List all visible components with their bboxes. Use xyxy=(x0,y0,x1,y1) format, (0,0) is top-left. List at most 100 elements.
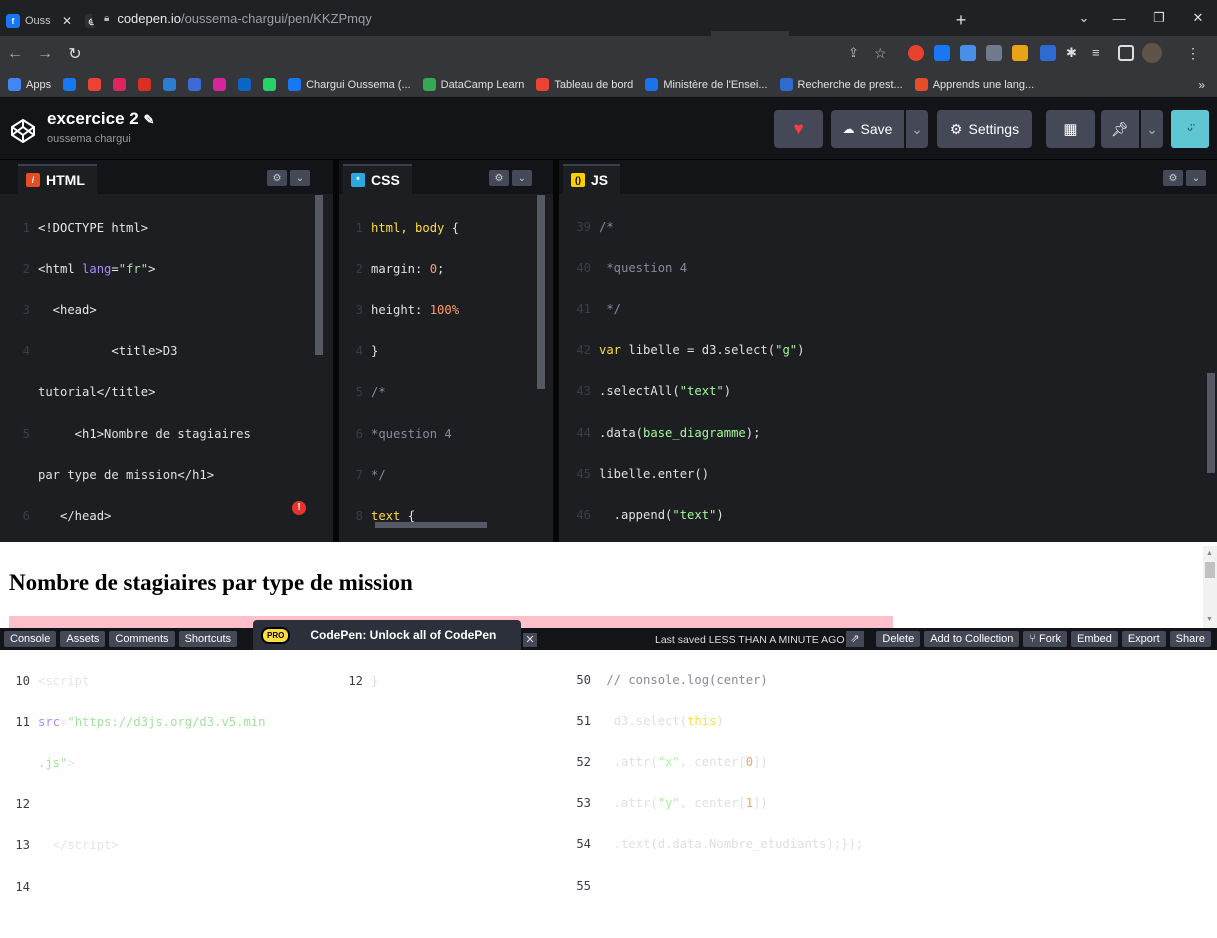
bookmark-shortcut-icon[interactable] xyxy=(138,78,152,91)
js-pane-settings-icon[interactable]: ⚙ xyxy=(1163,170,1183,186)
pen-title[interactable]: excercice 2 ✎ xyxy=(47,109,154,129)
bookmark-item[interactable]: Apprends une lang... xyxy=(914,78,1034,91)
bookmark-shortcut-icon[interactable] xyxy=(163,78,177,91)
extension-translate-icon[interactable] xyxy=(960,45,976,61)
forward-icon[interactable]: → xyxy=(30,45,60,63)
pro-promo-banner[interactable]: PRO CodePen: Unlock all of CodePen xyxy=(253,620,521,650)
heart-button[interactable]: ♥ xyxy=(774,110,823,148)
js-pane-label: JS xyxy=(591,172,609,188)
bookmark-star-icon[interactable]: ☆ xyxy=(874,45,890,61)
footer-add-to-collection-button[interactable]: Add to Collection xyxy=(924,631,1020,647)
bookmark-icon xyxy=(779,78,793,91)
bookmark-item[interactable]: Chargui Oussema (... xyxy=(288,78,411,91)
bookmark-shortcut-icon[interactable] xyxy=(213,78,227,91)
resize-divider-1[interactable] xyxy=(333,160,339,542)
extension-paint-icon[interactable] xyxy=(1040,45,1056,61)
resize-divider-2[interactable] xyxy=(553,160,559,542)
footer-delete-button[interactable]: Delete xyxy=(876,631,921,647)
bookmark-shortcut-icon[interactable] xyxy=(63,78,77,91)
bookmark-shortcut-icon[interactable] xyxy=(263,78,277,91)
layout-button[interactable]: ▦ xyxy=(1046,110,1095,148)
bookmark-shortcut-icon[interactable] xyxy=(113,78,127,91)
js-pane-collapse-icon[interactable]: ⌄ xyxy=(1186,170,1206,186)
extension-facebook-icon[interactable] xyxy=(934,45,950,61)
html-pane-label: HTML xyxy=(46,172,85,188)
user-avatar[interactable]: ᵕ̈ xyxy=(1171,110,1209,148)
css-scrollbar-vertical[interactable] xyxy=(537,195,545,389)
bookmark-item[interactable]: Apps xyxy=(8,78,51,91)
pencil-icon[interactable]: ✎ xyxy=(143,112,154,127)
save-dropdown-button[interactable]: ⌄ xyxy=(906,110,928,148)
browser-tab[interactable]: f Ouss ✕ xyxy=(0,6,78,36)
address-toolbar: ← → ↻ xyxy=(0,36,1217,72)
bookmark-shortcut-icon[interactable] xyxy=(238,78,252,91)
side-panel-icon[interactable] xyxy=(1118,45,1134,61)
footer-fork-button[interactable]: ⑂ Fork xyxy=(1023,631,1067,647)
bookmark-item[interactable]: Tableau de bord xyxy=(536,78,633,91)
js-editor-pane: () JS ⚙ ⌄ 39/* 40 *question 4 41 */ 42 var… xyxy=(559,160,1217,893)
more-bookmarks-icon[interactable]: » xyxy=(1198,78,1205,92)
extension-c-icon[interactable] xyxy=(1012,45,1028,61)
css-pane-tab[interactable]: * CSS xyxy=(343,164,412,194)
html-pane-tab[interactable]: / HTML xyxy=(18,164,97,194)
chevron-down-icon: ⌄ xyxy=(1146,120,1158,137)
bookmark-item[interactable]: Ministère de l'Ensei... xyxy=(645,78,768,91)
browser-menu-icon[interactable]: ⋮ xyxy=(1186,45,1202,61)
settings-button[interactable]: ⚙ Settings xyxy=(937,110,1032,148)
url-input[interactable]: 🔒︎ codepen.io/oussema-chargui/pen/KKZPmq… xyxy=(92,5,952,31)
url-domain: codepen.io xyxy=(117,10,181,26)
extensions-puzzle-icon[interactable]: ✱ xyxy=(1066,45,1082,61)
bookmark-icon xyxy=(914,78,928,91)
codepen-logo-icon[interactable] xyxy=(10,118,36,144)
css-code[interactable]: 1 html, body { 2 margin: 0; 3 height: 100% … xyxy=(339,197,495,732)
bookmark-item[interactable]: Recherche de prest... xyxy=(779,78,903,91)
scroll-down-icon[interactable]: ▼ xyxy=(1206,616,1213,623)
pen-author[interactable]: oussema chargui xyxy=(47,133,131,145)
settings-label: Settings xyxy=(968,121,1020,137)
cloud-icon: ☁ xyxy=(842,122,855,136)
close-window-icon[interactable]: ✕ xyxy=(1175,0,1217,36)
back-icon[interactable]: ← xyxy=(0,45,30,63)
bookmark-label: Recherche de prest... xyxy=(797,78,903,91)
open-external-icon[interactable]: ⇗ xyxy=(846,631,864,647)
footer-comments-button[interactable]: Comments xyxy=(109,631,175,647)
footer-export-button[interactable]: Export xyxy=(1121,631,1166,647)
html-pane-settings-icon[interactable]: ⚙ xyxy=(267,170,287,186)
bookmark-icon xyxy=(288,78,302,91)
new-tab-icon[interactable]: + xyxy=(948,6,974,36)
footer-share-button[interactable]: Share xyxy=(1169,631,1211,647)
bookmark-item[interactable]: DataCamp Learn xyxy=(422,78,524,91)
html-pane-collapse-icon[interactable]: ⌄ xyxy=(290,170,310,186)
html-scrollbar[interactable] xyxy=(315,195,323,355)
reading-list-icon[interactable]: ≡ xyxy=(1092,45,1108,61)
reload-icon[interactable]: ↻ xyxy=(60,44,90,64)
editor-area: / HTML ⚙ ⌄ 1 <!DOCTYPE html> 2 <html lang="… xyxy=(0,160,1217,894)
pin-dropdown-button[interactable]: ⌄ xyxy=(1141,110,1163,148)
bookmark-shortcut-icon[interactable] xyxy=(188,78,202,91)
footer-console-button[interactable]: Console xyxy=(4,631,57,647)
error-alert-icon[interactable]: ! xyxy=(292,501,306,515)
preview-scroll-thumb[interactable] xyxy=(1205,562,1215,578)
save-button[interactable]: ☁ Save xyxy=(831,110,904,148)
js-pane-header xyxy=(559,160,1217,194)
extension-screen-icon[interactable] xyxy=(986,45,1002,61)
tab-close-icon[interactable]: ✕ xyxy=(62,14,72,28)
extension-opera-icon[interactable] xyxy=(908,45,924,61)
pin-button[interactable]: 📌︎ xyxy=(1101,110,1139,148)
fork-icon: ⑂ xyxy=(1029,633,1036,645)
css-scrollbar-horizontal[interactable] xyxy=(375,522,487,528)
share-icon[interactable]: ⇪ xyxy=(848,45,864,61)
footer-embed-button[interactable]: Embed xyxy=(1070,631,1118,647)
js-pane-tab[interactable]: () JS xyxy=(563,164,621,194)
footer-assets-button[interactable]: Assets xyxy=(60,631,106,647)
scroll-up-icon[interactable]: ▲ xyxy=(1206,550,1213,557)
js-lang-icon: () xyxy=(571,173,585,187)
css-pane-settings-icon[interactable]: ⚙ xyxy=(489,170,509,186)
js-scrollbar[interactable] xyxy=(1207,373,1215,473)
profile-avatar[interactable] xyxy=(1142,43,1162,63)
bookmark-shortcut-icon[interactable] xyxy=(88,78,102,91)
css-pane-collapse-icon[interactable]: ⌄ xyxy=(512,170,532,186)
preview-scrollbar[interactable]: ▲ ▼ xyxy=(1203,546,1217,628)
footer-shortcuts-button[interactable]: Shortcuts xyxy=(178,631,238,647)
close-promo-icon[interactable]: ✕ xyxy=(523,633,537,647)
